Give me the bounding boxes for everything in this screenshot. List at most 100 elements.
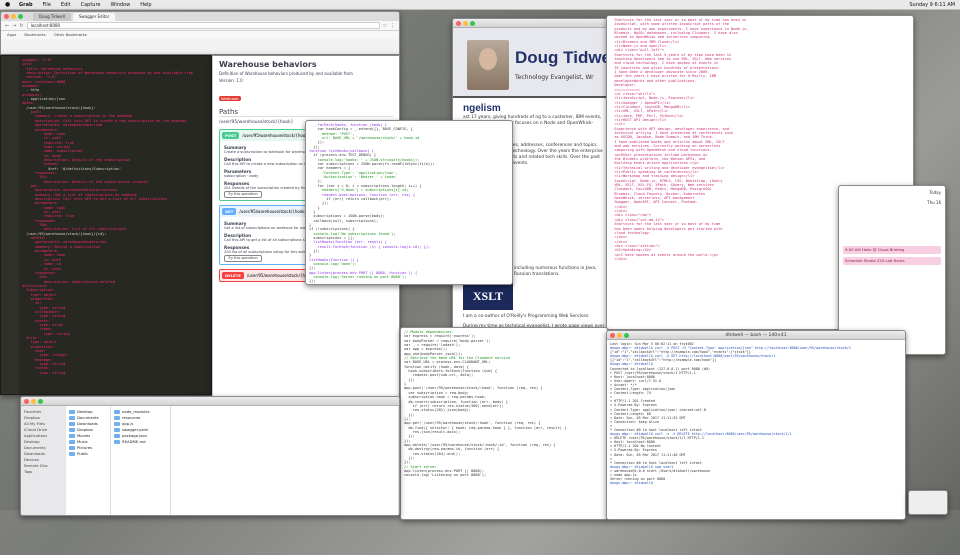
node-source[interactable]: _.forEach(hooks, function (hook) { var h…	[306, 121, 512, 284]
finder-item[interactable]: Public	[69, 451, 107, 457]
address-row: ← → ↻ localhost:8080 ☆ ⋮	[1, 21, 399, 31]
menu-item-help[interactable]: Help	[135, 0, 156, 10]
site-header: Doug Tidwell Technology Evangelist, Wr	[453, 28, 616, 98]
window-controls	[610, 333, 629, 338]
minimize-icon[interactable]	[11, 14, 16, 19]
finder-column: Desktop Documents Downloads Dropbox Movies Mu…	[66, 406, 111, 515]
zoom-icon[interactable]	[470, 21, 475, 26]
yaml-source[interactable]: swagger: "2.0" info: title: Warehouse beh…	[19, 56, 211, 377]
url-input[interactable]: localhost:8080	[26, 22, 380, 29]
site-name[interactable]: Doug Tidwell	[515, 48, 616, 68]
minimize-icon[interactable]	[31, 399, 36, 404]
window-titlebar	[453, 19, 616, 28]
finder-item-label: README.md	[122, 439, 146, 444]
tag-badge[interactable]: Webhook	[219, 96, 241, 101]
browser-tab-bar: Doug Tidwell Swagger Editor	[1, 12, 399, 21]
get-method-badge: GET	[222, 208, 237, 215]
finder-item-label: Desktop	[77, 409, 93, 414]
folder-icon	[114, 410, 120, 414]
sidebar-item-label: Documents	[24, 445, 46, 450]
minimize-icon[interactable]	[463, 21, 468, 26]
today-button[interactable]: Today	[843, 190, 941, 196]
finder-item[interactable]: README.md	[114, 439, 167, 445]
menu-item-capture[interactable]: Capture	[76, 0, 106, 10]
close-icon[interactable]	[24, 399, 29, 404]
folder-icon	[114, 428, 120, 432]
menu-bar: ● Grab File Edit Capture Window Help Sun…	[0, 0, 960, 10]
bookmark-apps[interactable]: Apps	[7, 31, 16, 39]
try-operation-button[interactable]: Try this operation	[224, 255, 262, 262]
finder-item-label: Music	[77, 439, 88, 444]
terminal-titlebar: dtidwell — bash — 140×41	[607, 331, 905, 340]
sidebar-item-label: Applications	[24, 433, 48, 438]
try-operation-button[interactable]: Try this operation	[224, 191, 262, 198]
parameter-name: subscription	[224, 174, 246, 178]
terminal-window[interactable]: dtidwell — bash — 140×41 Last login: Sun…	[606, 330, 906, 520]
app-js-editor[interactable]: // Module dependencies. var express = req…	[400, 327, 608, 520]
finder-item-label: Movies	[77, 433, 91, 438]
window-controls	[24, 399, 43, 404]
finder-window: Favorites Dropbox All My Files iCloud Drive…	[20, 396, 400, 516]
folder-icon	[69, 446, 75, 450]
delete-method-badge: DELETE	[222, 272, 244, 279]
forward-arrow-icon[interactable]: →	[12, 23, 16, 29]
menu-clock[interactable]: Sunday 9 6:11 AM	[904, 0, 960, 10]
folder-icon	[69, 452, 75, 456]
line-number-gutter	[1, 56, 19, 394]
menu-icon[interactable]: ⋮	[390, 23, 395, 29]
bookmark-other[interactable]: Other Bookmarks	[54, 31, 87, 39]
swagger-yaml-editor[interactable]: swagger: "2.0" info: title: Warehouse beh…	[0, 55, 212, 395]
calendar-event[interactable]: Schedule Studio 220 Lab Hours	[843, 257, 941, 265]
folder-icon	[114, 416, 120, 420]
bookmark-bookmarks[interactable]: Bookmarks	[24, 31, 45, 39]
back-arrow-icon[interactable]: ←	[5, 23, 9, 29]
section-text: I am a co-author of O'Reilly's Programmi…	[463, 314, 590, 319]
menu-item-edit[interactable]: Edit	[56, 0, 76, 10]
sidebar-item[interactable]: Tags	[24, 469, 63, 475]
finder-item-label: Documents	[77, 415, 99, 420]
finder-item-label: package.json	[122, 433, 147, 438]
menu-item-file[interactable]: File	[38, 0, 56, 10]
close-icon[interactable]	[456, 21, 461, 26]
menu-item-app[interactable]: Grab	[14, 0, 38, 10]
bookmarks-bar: Apps Bookmarks Other Bookmarks	[1, 31, 399, 39]
sidebar-item-label: Remote Disc	[24, 463, 48, 468]
terminal-output[interactable]: Last login: Sun Mar 5 06:02:11 on ttys00…	[607, 340, 905, 487]
browser-tab-active[interactable]: Swagger Editor	[72, 13, 116, 21]
apple-menu-icon[interactable]: ●	[0, 0, 14, 10]
paths-heading: Paths	[219, 108, 393, 117]
minimize-icon[interactable]	[617, 333, 622, 338]
calendar-event[interactable]: 9:00 AM Hello @ Cloud Briefing	[843, 246, 941, 254]
finder-item-label: Public	[77, 451, 89, 456]
finder-item-label: Dropbox	[77, 427, 93, 432]
finder-sidebar: Favorites Dropbox All My Files iCloud Drive…	[21, 406, 66, 515]
app-js-source[interactable]: // Module dependencies. var express = req…	[401, 328, 607, 480]
zoom-icon[interactable]	[624, 333, 629, 338]
code-line: type: string	[22, 370, 66, 375]
close-icon[interactable]	[610, 333, 615, 338]
star-icon[interactable]: ☆	[383, 23, 387, 29]
zoom-icon[interactable]	[38, 399, 43, 404]
reload-icon[interactable]: ↻	[19, 23, 23, 29]
code-line: });	[309, 279, 316, 284]
node-code-window[interactable]: _.forEach(hooks, function (hook) { var h…	[305, 120, 513, 285]
zoom-icon[interactable]	[18, 14, 23, 19]
folder-icon	[114, 434, 120, 438]
menu-item-window[interactable]: Window	[105, 0, 135, 10]
section-heading: ngelism	[463, 103, 501, 114]
api-description: Definition of Warehouse behaviors produc…	[219, 71, 353, 76]
calendar-day: Thu 16	[927, 200, 941, 205]
api-version: Version: 1.0	[219, 78, 243, 83]
sidebar-item-label: Desktop	[24, 439, 40, 444]
close-icon[interactable]	[4, 14, 9, 19]
post-path: /user/95/warehouse/stock/{hook}	[242, 133, 311, 138]
finder-column-empty	[171, 406, 399, 515]
finder-column: node_modules resources app.js swagger.yaml p…	[111, 406, 171, 515]
xslt-book-cover[interactable]: XSLT	[463, 282, 513, 310]
api-title: Warehouse behaviors	[219, 60, 317, 69]
folder-icon	[69, 440, 75, 444]
browser-window: Doug Tidwell Swagger Editor ← → ↻ localh…	[0, 11, 400, 55]
finder-item-label: Pictures	[77, 445, 93, 450]
browser-tab[interactable]: Doug Tidwell	[33, 13, 71, 21]
window-controls	[456, 21, 475, 26]
